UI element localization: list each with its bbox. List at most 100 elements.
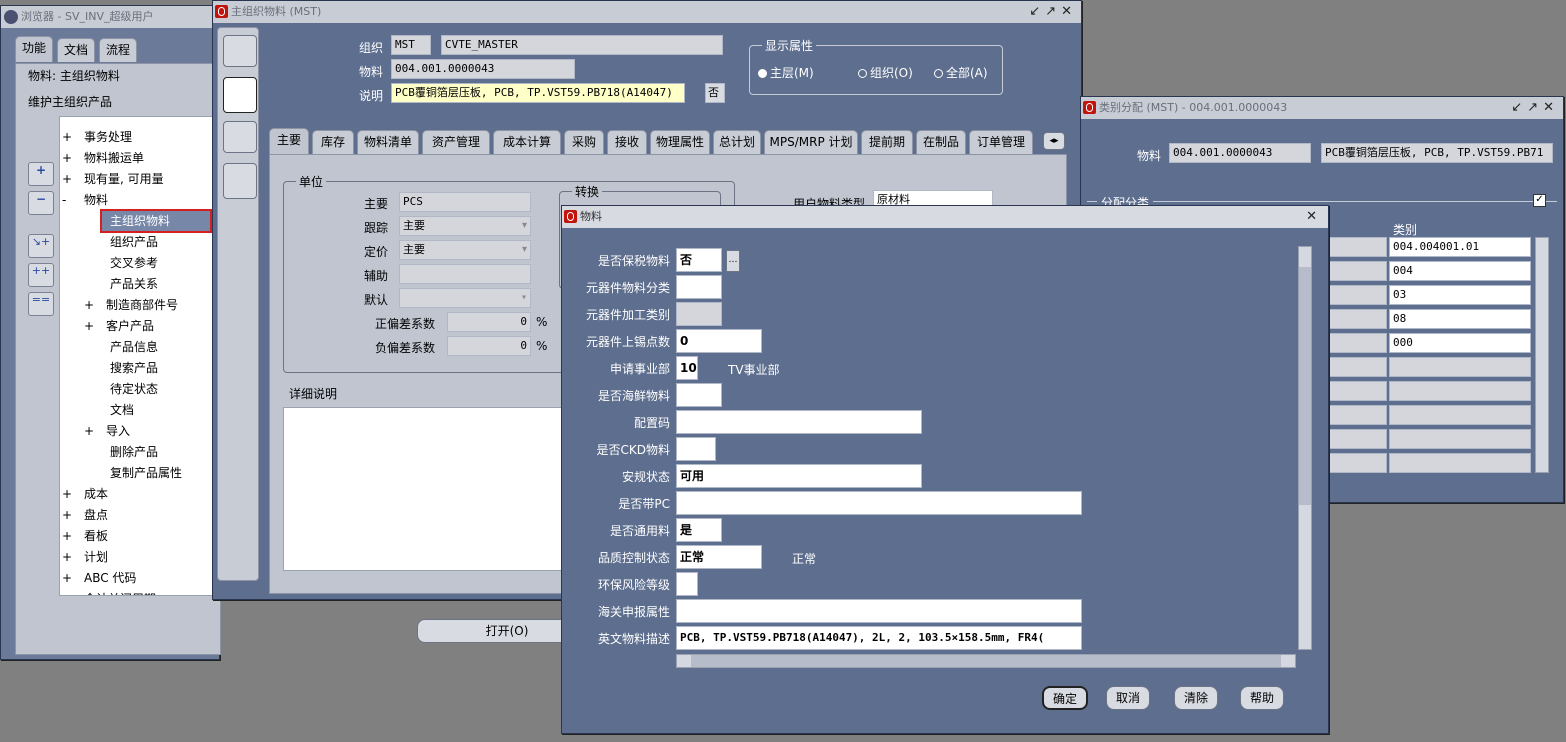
- window-controls[interactable]: ↙↗✕: [1029, 1, 1077, 23]
- detail-description-area[interactable]: [283, 407, 565, 571]
- category-set-cell[interactable]: [1329, 261, 1387, 281]
- category-set-cell[interactable]: [1329, 429, 1387, 449]
- tree-item[interactable]: 搜索产品: [110, 358, 158, 378]
- item-tab[interactable]: 主要: [269, 128, 309, 154]
- dff-field[interactable]: [676, 599, 1082, 623]
- category-code-cell[interactable]: 03: [1389, 285, 1531, 305]
- tree-item[interactable]: 产品信息: [110, 337, 158, 357]
- nav-collapse-button[interactable]: −: [28, 191, 54, 215]
- minimize-icon[interactable]: ↙: [1511, 100, 1527, 115]
- tree-expander-icon[interactable]: +: [62, 484, 84, 504]
- radio-master-level[interactable]: 主层(M): [758, 64, 814, 81]
- tree-item[interactable]: 待定状态: [110, 379, 158, 399]
- item-tab[interactable]: 在制品: [916, 130, 966, 154]
- dff-field[interactable]: 否: [676, 248, 722, 272]
- item-tab[interactable]: 采购: [564, 130, 604, 154]
- tree-item[interactable]: + 客户产品: [84, 316, 154, 336]
- nav-expand-branch-button[interactable]: ↘+: [28, 234, 54, 258]
- minimize-icon[interactable]: ↙: [1029, 4, 1045, 19]
- tree-item[interactable]: + 导入: [84, 421, 130, 441]
- org-name-field[interactable]: CVTE_MASTER: [441, 35, 723, 55]
- tree-expander-icon[interactable]: +: [62, 148, 84, 168]
- category-set-cell[interactable]: [1329, 285, 1387, 305]
- description-field[interactable]: PCB覆铜箔层压板, PCB, TP.VST59.PB718(A14047): [391, 83, 685, 103]
- dff-field[interactable]: [676, 437, 716, 461]
- tree-expander-icon[interactable]: +: [84, 421, 106, 441]
- tree-expander-icon[interactable]: +: [84, 316, 106, 336]
- tracking-select[interactable]: 主要: [399, 216, 531, 236]
- category-code-cell[interactable]: [1389, 381, 1531, 401]
- item-tab[interactable]: MPS/MRP 计划: [764, 130, 858, 154]
- category-code-cell[interactable]: [1389, 453, 1531, 473]
- category-set-cell[interactable]: [1329, 333, 1387, 353]
- dff-field[interactable]: [676, 572, 698, 596]
- folder-icon[interactable]: [223, 35, 257, 67]
- item-tab[interactable]: 成本计算: [493, 130, 561, 154]
- tree-item[interactable]: 复制产品属性: [110, 463, 182, 483]
- category-scrollbar[interactable]: [1535, 237, 1549, 473]
- dff-field[interactable]: [676, 410, 922, 434]
- tree-item[interactable]: - 物料: [62, 190, 108, 210]
- org-code-field[interactable]: MST: [391, 35, 431, 55]
- close-icon[interactable]: ✕: [1061, 4, 1077, 19]
- tree-item[interactable]: 组织产品: [110, 232, 158, 252]
- radio-org-level-dot[interactable]: [858, 69, 867, 78]
- item-tab[interactable]: 资产管理: [422, 130, 490, 154]
- dialog-hscroll-thumb[interactable]: [691, 655, 1281, 667]
- tree-expander-icon[interactable]: +: [62, 505, 84, 525]
- item-dialog-titlebar[interactable]: 物料 ✕: [562, 206, 1328, 228]
- tree-item[interactable]: 交叉参考: [110, 253, 158, 273]
- category-code-cell[interactable]: 000: [1389, 333, 1531, 353]
- category-titlebar[interactable]: 类别分配 (MST) - 004.001.0000043 ↙↗✕: [1081, 97, 1563, 119]
- maximize-icon[interactable]: ↗: [1527, 100, 1543, 115]
- document-list-icon[interactable]: [223, 77, 257, 113]
- category-set-cell[interactable]: [1329, 453, 1387, 473]
- tab-functions[interactable]: 功能: [15, 36, 53, 62]
- item-tab[interactable]: 物料清单: [357, 130, 419, 154]
- tree-item[interactable]: + 制造商部件号: [84, 295, 178, 315]
- category-code-cell[interactable]: [1389, 405, 1531, 425]
- tree-item[interactable]: 主组织物料: [100, 209, 212, 233]
- cube-list-icon[interactable]: [223, 163, 257, 199]
- category-set-cell[interactable]: [1329, 357, 1387, 377]
- ok-button[interactable]: 确定: [1042, 686, 1088, 710]
- tree-item[interactable]: + 物料搬运单: [62, 148, 144, 168]
- report-icon[interactable]: [223, 121, 257, 153]
- tree-item[interactable]: +会计关闭周期: [62, 589, 156, 595]
- tree-item[interactable]: + 成本: [62, 484, 108, 504]
- close-icon[interactable]: ✕: [1543, 100, 1559, 115]
- category-set-cell[interactable]: [1329, 237, 1387, 257]
- clear-button[interactable]: 清除: [1174, 686, 1218, 710]
- category-code-cell[interactable]: [1389, 357, 1531, 377]
- dff-field[interactable]: [676, 383, 722, 407]
- tree-item[interactable]: 文档: [110, 400, 134, 420]
- nav-expand-all-button[interactable]: ++: [28, 263, 54, 287]
- category-item-desc-field[interactable]: PCB覆铜箔层压板, PCB, TP.VST59.PB71: [1321, 143, 1553, 163]
- primary-uom-field[interactable]: PCS: [399, 192, 531, 212]
- category-code-cell[interactable]: [1389, 429, 1531, 449]
- radio-master-level-dot[interactable]: [758, 69, 767, 78]
- nav-collapse-all-button[interactable]: ==: [28, 292, 54, 316]
- dff-field[interactable]: PCB, TP.VST59.PB718(A14047), 2L, 2, 103.…: [676, 626, 1082, 650]
- dff-field[interactable]: 正常: [676, 545, 762, 569]
- tree-item[interactable]: + 计划: [62, 547, 108, 567]
- dff-field[interactable]: 10: [676, 356, 698, 380]
- tree-expander-icon[interactable]: +: [62, 127, 84, 147]
- dff-field[interactable]: [676, 491, 1082, 515]
- item-tab[interactable]: 总计划: [713, 130, 761, 154]
- dff-field[interactable]: 可用: [676, 464, 922, 488]
- category-code-cell[interactable]: 004.004001.01: [1389, 237, 1531, 257]
- tab-processes[interactable]: 流程: [99, 38, 137, 62]
- radio-all[interactable]: 全部(A): [934, 64, 988, 81]
- description-flag-field[interactable]: 否: [705, 83, 725, 103]
- assign-checkbox[interactable]: ✓: [1533, 194, 1546, 207]
- tab-documents[interactable]: 文档: [57, 38, 95, 62]
- tree-item[interactable]: 产品关系: [110, 274, 158, 294]
- tree-expander-icon[interactable]: +: [62, 547, 84, 567]
- dff-field[interactable]: 0: [676, 329, 762, 353]
- tree-expander-icon[interactable]: +: [62, 568, 84, 588]
- dialog-horizontal-scrollbar[interactable]: [676, 654, 1296, 668]
- dff-field[interactable]: [676, 275, 722, 299]
- lov-button[interactable]: …: [726, 250, 740, 272]
- radio-all-dot[interactable]: [934, 69, 943, 78]
